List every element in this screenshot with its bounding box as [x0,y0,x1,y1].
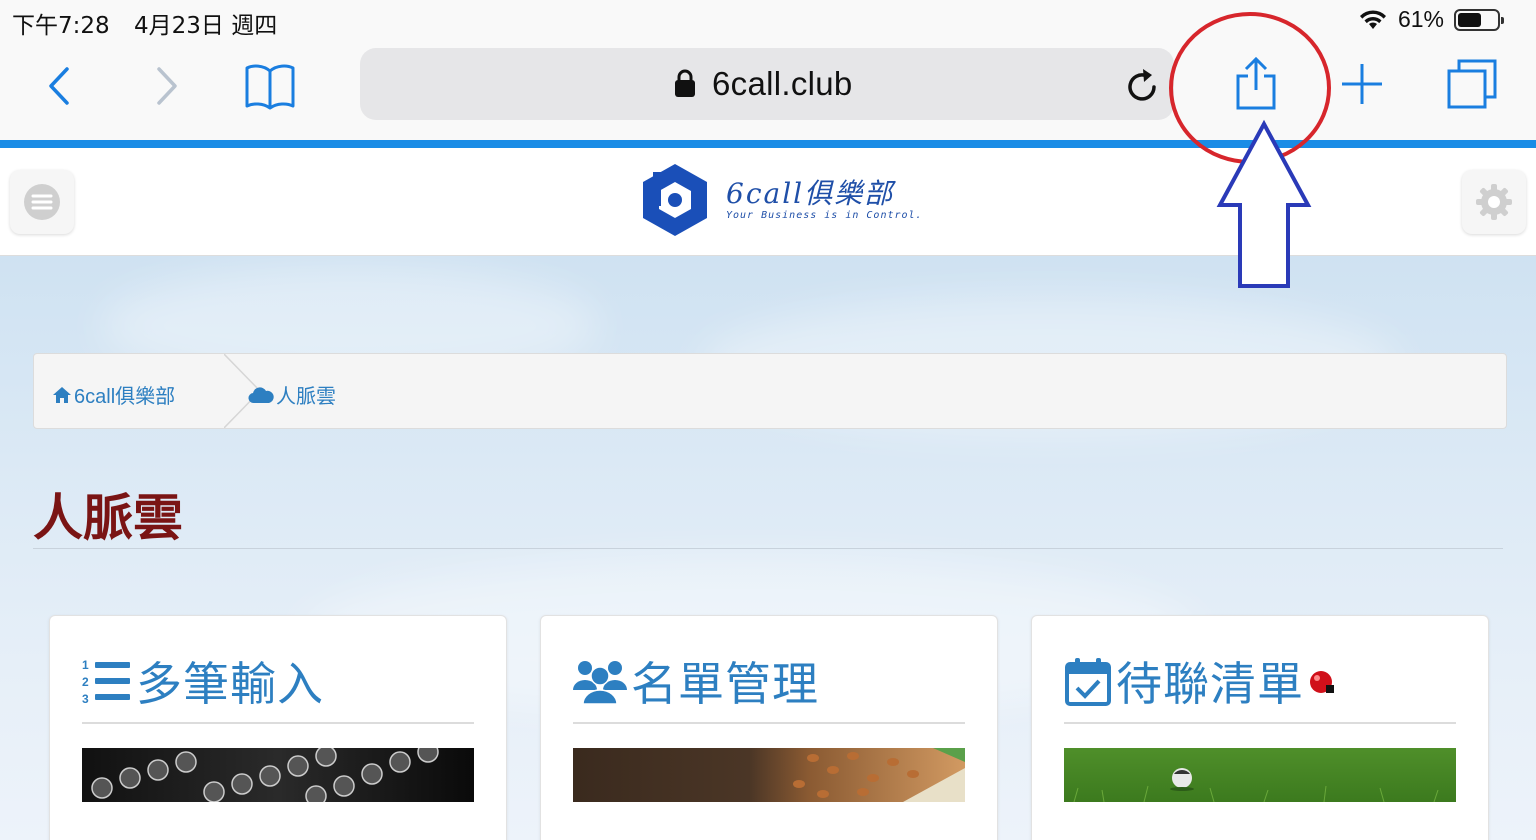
calendar-check-icon [1065,658,1111,706]
breadcrumb-current-label: 人脈雲 [276,386,336,408]
card-image-soil-seeds [573,748,965,802]
reload-icon [1128,69,1156,101]
svg-text:1: 1 [82,658,89,672]
status-date: 4月23日 週四 [134,13,278,39]
logo-title: 6call俱樂部 [726,177,895,210]
card-image-typewriter [82,748,474,802]
svg-text:2: 2 [82,675,89,689]
breadcrumb-home-label: 6call俱樂部 [74,386,176,408]
gear-icon [1476,184,1512,220]
battery-icon [1454,8,1504,31]
home-icon [53,386,71,403]
menu-icon [24,184,60,220]
breadcrumb-home-link[interactable]: 6call俱樂部 [52,380,175,409]
users-icon [573,661,627,705]
status-bar: 下午7:28 4月23日 週四 61% [0,0,1536,40]
browser-toolbar: 6call.club [0,40,1536,140]
card-image-grass-field [1064,748,1456,802]
svg-text:3: 3 [82,692,89,706]
page-body: 6call俱樂部 人脈雲 人脈雲 1 2 3 多筆輸入 名單管理 待聯清單 [0,256,1536,840]
card-title: 名單管理 [631,657,819,711]
lock-icon [675,69,695,97]
share-icon [1236,56,1276,110]
bookmarks-button[interactable] [240,58,300,114]
reload-button[interactable] [1118,62,1166,110]
card-divider [1064,722,1456,724]
logo-subtitle: Your Business is in Control. [726,210,923,221]
status-indicators: 61% [1358,6,1504,33]
cloud-icon [248,386,274,403]
chevron-right-icon [157,67,177,105]
status-time: 下午7:28 [12,13,110,39]
card-contact-management[interactable]: 名單管理 [540,615,998,840]
card-header: 名單管理 [573,648,819,714]
breadcrumb-current-link[interactable]: 人脈雲 [248,380,336,409]
plus-icon [1342,64,1382,104]
battery-level-fill [1458,12,1481,27]
card-bulk-input[interactable]: 1 2 3 多筆輸入 [49,615,507,840]
tabs-button[interactable] [1440,54,1504,114]
book-icon [245,64,295,110]
battery-percent: 61% [1397,6,1444,32]
share-button[interactable] [1226,54,1286,114]
chevron-left-icon [49,67,69,105]
card-title: 待聯清單 [1116,657,1304,711]
card-header: 1 2 3 多筆輸入 [82,648,324,714]
logo-icon [643,164,707,236]
numbered-list-icon: 1 2 3 [82,658,130,706]
site-header: 6call俱樂部 Your Business is in Control. [0,148,1536,256]
url-text: 6call.club [712,65,853,102]
card-title: 多筆輸入 [136,657,324,711]
forward-button[interactable] [142,62,190,110]
new-tab-button[interactable] [1334,56,1390,112]
tabs-icon [1447,59,1497,109]
title-divider [33,548,1503,549]
breadcrumb: 6call俱樂部 人脈雲 [33,353,1507,429]
loading-progress-bar [0,140,1536,148]
wifi-icon [1359,9,1386,29]
back-button[interactable] [36,62,84,110]
page-title: 人脈雲 [33,488,183,547]
card-divider [82,722,474,724]
card-divider [573,722,965,724]
card-pending-contacts[interactable]: 待聯清單 [1031,615,1489,840]
settings-button[interactable] [1462,170,1526,234]
card-header: 待聯清單 [1064,648,1336,714]
notification-dot-icon [1310,671,1334,693]
menu-button[interactable] [10,170,74,234]
